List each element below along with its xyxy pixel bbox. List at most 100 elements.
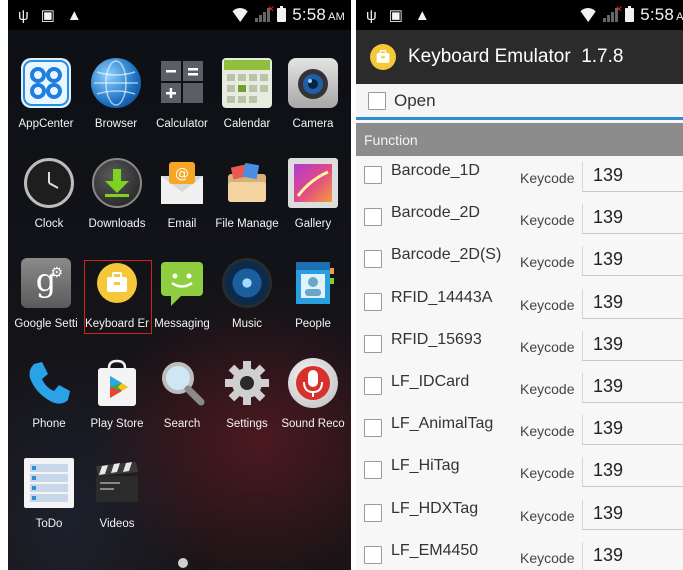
- function-name: LF_HDXTag: [391, 499, 479, 517]
- svg-text:@: @: [175, 166, 189, 182]
- keyboard-emulator-icon: [97, 263, 137, 303]
- play-store-icon: [92, 358, 142, 408]
- function-row: LF_AnimalTag Keycode 139: [356, 409, 683, 451]
- app-clock[interactable]: Clock: [15, 158, 83, 230]
- keycode-input[interactable]: 139: [582, 204, 683, 235]
- calendar-icon: [222, 58, 272, 108]
- app-settings[interactable]: Settings: [213, 358, 281, 430]
- function-row: RFID_15693 Keycode 139: [356, 325, 683, 367]
- microphone-icon: [288, 358, 338, 408]
- status-time: 5:58AM: [640, 5, 683, 24]
- keycode-label: Keycode: [520, 212, 575, 229]
- app-browser[interactable]: Browser: [82, 58, 150, 130]
- app-search[interactable]: Search: [148, 358, 216, 430]
- app-label: Gallery: [294, 218, 332, 230]
- app-label: Messaging: [154, 318, 210, 330]
- function-checkbox[interactable]: [364, 250, 382, 269]
- app-google-settings[interactable]: g ⚙ Google Setti: [12, 258, 80, 330]
- app-calculator[interactable]: Calculator: [148, 58, 216, 130]
- app-messaging[interactable]: Messaging: [148, 258, 216, 330]
- app-gallery[interactable]: Gallery: [279, 158, 347, 230]
- keycode-label: Keycode: [520, 380, 575, 397]
- keycode-input[interactable]: 139: [582, 457, 683, 488]
- app-play-store[interactable]: Play Store: [83, 358, 151, 430]
- function-checkbox[interactable]: [364, 503, 382, 522]
- keycode-input[interactable]: 139: [582, 330, 683, 361]
- keycode-label: Keycode: [520, 338, 575, 355]
- function-checkbox[interactable]: [364, 545, 382, 564]
- app-title: Keyboard Emulator 1.7.8: [408, 46, 624, 67]
- battery-icon: [625, 6, 635, 22]
- function-name: LF_AnimalTag: [391, 415, 494, 433]
- email-icon: @: [157, 158, 207, 208]
- function-checkbox[interactable]: [364, 376, 382, 395]
- function-checkbox[interactable]: [364, 166, 382, 184]
- keycode-label: Keycode: [520, 423, 575, 440]
- app-label: Email: [167, 218, 197, 230]
- keycode-input[interactable]: 139: [582, 288, 683, 319]
- function-name: Barcode_1D: [391, 162, 480, 179]
- app-email[interactable]: @ Email: [148, 158, 216, 230]
- keycode-label: Keycode: [520, 465, 575, 482]
- function-checkbox[interactable]: [364, 461, 382, 480]
- keycode-input[interactable]: 139: [582, 162, 683, 192]
- wifi-icon: [231, 8, 249, 22]
- app-phone[interactable]: Phone: [15, 358, 83, 430]
- app-label: People: [295, 318, 331, 330]
- app-label: Camera: [292, 118, 334, 130]
- function-row: Barcode_1D Keycode 139: [356, 156, 683, 198]
- function-checkbox[interactable]: [364, 208, 382, 227]
- function-checkbox[interactable]: [364, 292, 382, 311]
- appcenter-icon: [21, 58, 71, 108]
- page-indicator-dot: [178, 558, 188, 568]
- app-appcenter[interactable]: AppCenter: [12, 58, 80, 130]
- app-music[interactable]: Music: [213, 258, 281, 330]
- function-row: RFID_14443A Keycode 139: [356, 283, 683, 325]
- app-videos[interactable]: Videos: [83, 458, 151, 530]
- app-label: Browser: [94, 118, 138, 130]
- app-keyboard-emulator[interactable]: Keyboard Er: [83, 258, 151, 330]
- keyboard-emulator-icon: [370, 44, 396, 70]
- function-checkbox[interactable]: [364, 334, 382, 353]
- app-calendar[interactable]: Calendar: [213, 58, 281, 130]
- app-sound-recorder[interactable]: Sound Reco: [279, 358, 347, 430]
- app-downloads[interactable]: Downloads: [83, 158, 151, 230]
- function-checkbox[interactable]: [364, 419, 382, 438]
- keycode-label: Keycode: [520, 549, 575, 566]
- function-row: LF_HiTag Keycode 139: [356, 451, 683, 493]
- open-checkbox[interactable]: [368, 91, 386, 110]
- keycode-input[interactable]: 139: [582, 246, 683, 277]
- keycode-label: Keycode: [520, 170, 575, 186]
- app-label: Google Setti: [14, 318, 78, 330]
- battery-icon: [277, 6, 287, 22]
- app-label: Settings: [226, 418, 268, 430]
- function-row: LF_HDXTag Keycode 139: [356, 494, 683, 536]
- calculator-icon: [157, 58, 207, 108]
- app-camera[interactable]: Camera: [279, 58, 347, 130]
- search-icon: [157, 358, 207, 408]
- app-label: Calculator: [156, 118, 208, 130]
- keycode-label: Keycode: [520, 296, 575, 313]
- file-manager-icon: [222, 158, 272, 208]
- app-file-manager[interactable]: File Manage: [213, 158, 281, 230]
- signal-icon: ✕: [255, 4, 275, 22]
- app-label: Play Store: [90, 418, 144, 430]
- keycode-input[interactable]: 139: [582, 541, 683, 570]
- function-name: RFID_14443A: [391, 288, 493, 306]
- function-row: LF_IDCard Keycode 139: [356, 367, 683, 409]
- status-bar: ψ ▣ ▲ ✕ 5:58AM: [8, 0, 351, 30]
- app-todo[interactable]: ToDo: [15, 458, 83, 530]
- keycode-input[interactable]: 139: [582, 499, 683, 530]
- app-people[interactable]: People: [279, 258, 347, 330]
- keycode-input[interactable]: 139: [582, 415, 683, 446]
- clock-icon: [24, 158, 74, 208]
- function-row: LF_EM4450 Keycode 139: [356, 536, 683, 570]
- function-name: Barcode_2D: [391, 204, 480, 222]
- signal-icon: ✕: [603, 4, 623, 22]
- phone-icon: [24, 358, 74, 408]
- messaging-icon: [157, 258, 207, 308]
- app-label: Sound Reco: [281, 418, 345, 430]
- keycode-input[interactable]: 139: [582, 372, 683, 403]
- open-checkbox-row[interactable]: Open: [356, 84, 683, 120]
- function-name: LF_HiTag: [391, 457, 460, 475]
